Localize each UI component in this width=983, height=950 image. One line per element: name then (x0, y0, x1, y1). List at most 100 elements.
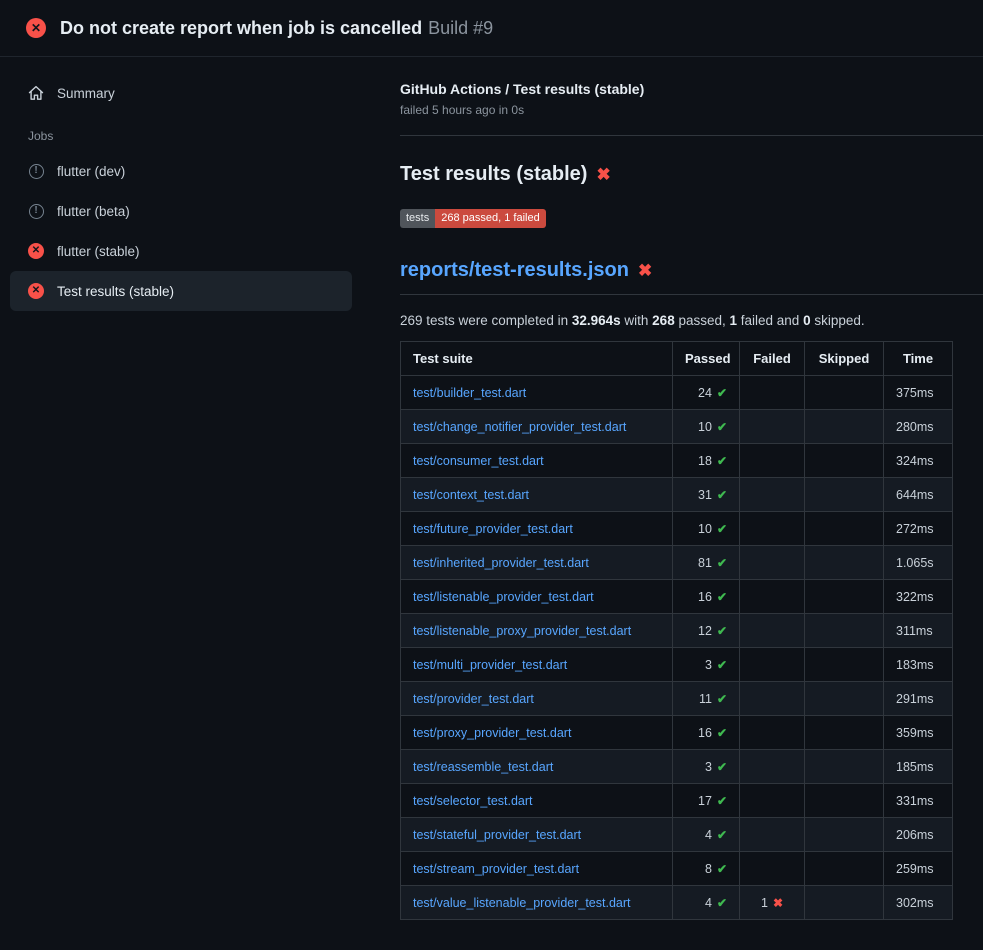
passed-count: 8 (705, 862, 712, 876)
red-x-icon: ✖ (638, 262, 652, 279)
badge-value: 268 passed, 1 failed (435, 209, 545, 228)
column-header-passed: Passed (673, 342, 740, 376)
breadcrumb: GitHub Actions / Test results (stable) (400, 81, 983, 97)
check-icon: ✔ (717, 454, 727, 468)
time-value: 1.065s (896, 556, 934, 570)
time-value: 280ms (896, 420, 934, 434)
table-row: test/change_notifier_provider_test.dart … (401, 410, 953, 444)
check-icon: ✔ (717, 590, 727, 604)
time-value: 311ms (896, 624, 933, 638)
neutral-status-icon: ! (28, 203, 44, 219)
time-value: 375ms (896, 386, 934, 400)
sidebar: Summary Jobs ! flutter (dev) ! flutter (… (0, 57, 380, 311)
time-value: 183ms (896, 658, 934, 672)
table-row: test/builder_test.dart 24✔ ✖ 375ms (401, 376, 953, 410)
suite-link[interactable]: test/value_listenable_provider_test.dart (413, 896, 631, 910)
test-results-table: Test suite Passed Failed Skipped Time te… (400, 341, 953, 920)
x-icon: ✖ (773, 896, 783, 910)
table-row: test/context_test.dart 31✔ ✖ 644ms (401, 478, 953, 512)
table-row: test/listenable_provider_test.dart 16✔ ✖… (401, 580, 953, 614)
check-icon: ✔ (717, 726, 727, 740)
suite-link[interactable]: test/listenable_provider_test.dart (413, 590, 594, 604)
time-value: 322ms (896, 590, 934, 604)
time-value: 206ms (896, 828, 934, 842)
suite-link[interactable]: test/builder_test.dart (413, 386, 526, 400)
check-icon: ✔ (717, 760, 727, 774)
red-x-icon: ✖ (596, 166, 610, 183)
table-row: test/multi_provider_test.dart 3✔ ✖ 183ms (401, 648, 953, 682)
check-icon: ✔ (717, 556, 727, 570)
jobs-section-label: Jobs (10, 113, 352, 151)
time-value: 302ms (896, 896, 934, 910)
passed-count: 31 (698, 488, 712, 502)
time-value: 291ms (896, 692, 934, 706)
passed-count: 17 (698, 794, 712, 808)
column-header-skipped: Skipped (805, 342, 884, 376)
sidebar-item-label: Summary (57, 86, 115, 101)
sidebar-item-label: flutter (dev) (57, 164, 125, 179)
passed-count: 10 (698, 522, 712, 536)
sidebar-item-label: Test results (stable) (57, 284, 174, 299)
table-row: test/inherited_provider_test.dart 81✔ ✖ … (401, 546, 953, 580)
run-title: Do not create report when job is cancell… (60, 18, 493, 39)
suite-link[interactable]: test/change_notifier_provider_test.dart (413, 420, 626, 434)
sidebar-item-flutter-stable[interactable]: ✕ flutter (stable) (10, 231, 352, 271)
sidebar-item-test-results-stable[interactable]: ✕ Test results (stable) (10, 271, 352, 311)
check-icon: ✔ (717, 828, 727, 842)
passed-count: 81 (698, 556, 712, 570)
suite-link[interactable]: test/provider_test.dart (413, 692, 534, 706)
suite-link[interactable]: test/multi_provider_test.dart (413, 658, 567, 672)
table-row: test/proxy_provider_test.dart 16✔ ✖ 359m… (401, 716, 953, 750)
report-link[interactable]: reports/test-results.json (400, 259, 629, 282)
suite-link[interactable]: test/selector_test.dart (413, 794, 533, 808)
section-title-text: Test results (stable) (400, 163, 587, 186)
suite-link[interactable]: test/stream_provider_test.dart (413, 862, 579, 876)
suite-link[interactable]: test/reassemble_test.dart (413, 760, 553, 774)
time-value: 324ms (896, 454, 934, 468)
table-row: test/stream_provider_test.dart 8✔ ✖ 259m… (401, 852, 953, 886)
passed-count: 18 (698, 454, 712, 468)
x-circle-fill-icon: ✕ (26, 18, 46, 38)
badge-label: tests (400, 209, 435, 228)
sidebar-item-flutter-beta[interactable]: ! flutter (beta) (10, 191, 352, 231)
check-icon: ✔ (717, 522, 727, 536)
passed-count: 4 (705, 896, 712, 910)
table-row: test/stateful_provider_test.dart 4✔ ✖ 20… (401, 818, 953, 852)
suite-link[interactable]: test/consumer_test.dart (413, 454, 544, 468)
sidebar-item-summary[interactable]: Summary (10, 73, 352, 113)
time-value: 185ms (896, 760, 934, 774)
sidebar-item-flutter-dev[interactable]: ! flutter (dev) (10, 151, 352, 191)
check-icon: ✔ (717, 658, 727, 672)
sidebar-item-label: flutter (stable) (57, 244, 140, 259)
suite-link[interactable]: test/future_provider_test.dart (413, 522, 573, 536)
suite-link[interactable]: test/stateful_provider_test.dart (413, 828, 581, 842)
passed-count: 3 (705, 760, 712, 774)
time-value: 259ms (896, 862, 934, 876)
jobs-list: ! flutter (dev) ! flutter (beta) ✕ flutt… (10, 151, 352, 311)
check-icon: ✔ (717, 862, 727, 876)
column-header-failed: Failed (740, 342, 805, 376)
section-title: Test results (stable) ✖ (400, 163, 983, 186)
time-value: 359ms (896, 726, 934, 740)
check-icon: ✔ (717, 624, 727, 638)
check-icon: ✔ (717, 692, 727, 706)
time-value: 331ms (896, 794, 934, 808)
table-row: test/future_provider_test.dart 10✔ ✖ 272… (401, 512, 953, 546)
check-icon: ✔ (717, 420, 727, 434)
home-icon (28, 85, 44, 101)
check-icon: ✔ (717, 794, 727, 808)
suite-link[interactable]: test/inherited_provider_test.dart (413, 556, 589, 570)
table-row: test/reassemble_test.dart 3✔ ✖ 185ms (401, 750, 953, 784)
build-number: Build #9 (428, 18, 493, 38)
neutral-status-icon: ! (28, 163, 44, 179)
table-row: test/listenable_proxy_provider_test.dart… (401, 614, 953, 648)
divider (400, 135, 983, 136)
passed-count: 4 (705, 828, 712, 842)
suite-link[interactable]: test/context_test.dart (413, 488, 529, 502)
passed-count: 16 (698, 590, 712, 604)
suite-link[interactable]: test/proxy_provider_test.dart (413, 726, 571, 740)
suite-link[interactable]: test/listenable_proxy_provider_test.dart (413, 624, 631, 638)
column-header-test-suite: Test suite (401, 342, 673, 376)
column-header-time: Time (884, 342, 953, 376)
table-row: test/provider_test.dart 11✔ ✖ 291ms (401, 682, 953, 716)
